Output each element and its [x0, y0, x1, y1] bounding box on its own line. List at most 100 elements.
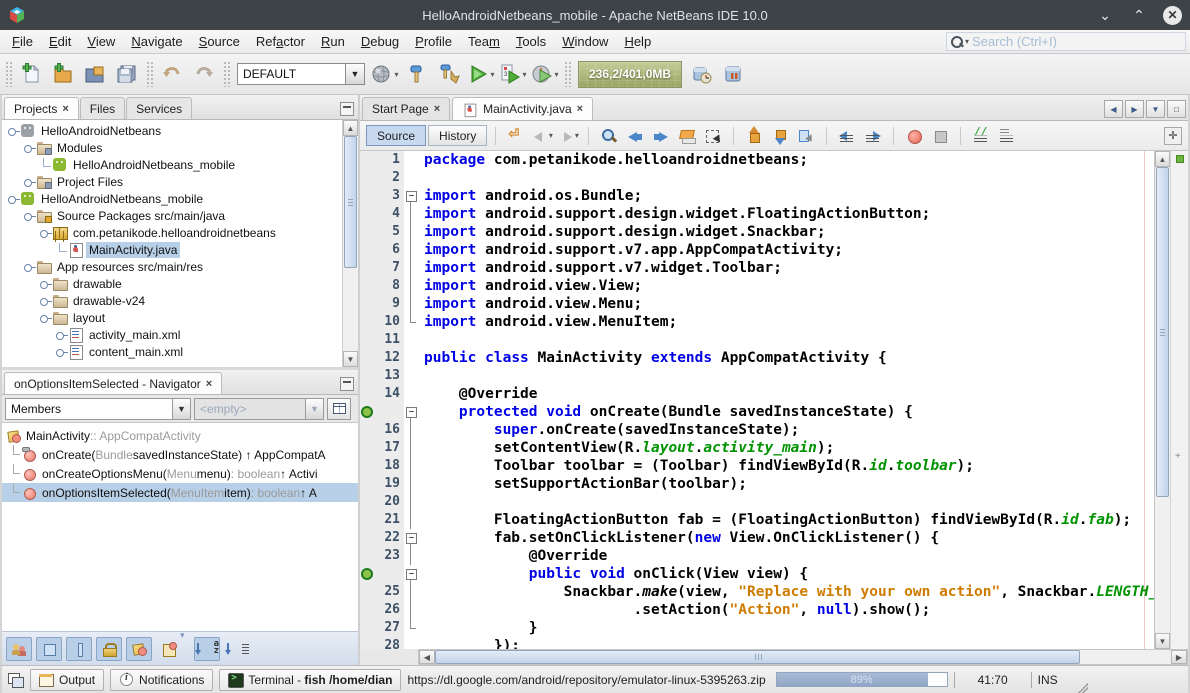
- projects-scrollbar[interactable]: ▲ ▼: [342, 120, 358, 367]
- memory-indicator[interactable]: 236,2/401,0MB: [578, 61, 682, 88]
- menu-refactor[interactable]: Refactor: [248, 31, 313, 52]
- download-progress-bar[interactable]: 89%: [776, 672, 948, 687]
- show-fields-toggle[interactable]: [36, 637, 62, 661]
- code-text[interactable]: });: [418, 637, 1154, 649]
- window-group-icon[interactable]: [8, 673, 24, 687]
- tree-row[interactable]: App resources src/main/res: [2, 258, 342, 275]
- toggle-highlight-button[interactable]: [675, 124, 699, 148]
- menu-navigate[interactable]: Navigate: [123, 31, 190, 52]
- terminal-button[interactable]: Terminal - fish /home/dian: [219, 669, 401, 691]
- tree-toggle-icon[interactable]: [38, 226, 52, 240]
- sort-alphabetically-toggle[interactable]: [194, 637, 220, 661]
- tree-toggle-icon[interactable]: [6, 192, 20, 206]
- menu-run[interactable]: Run: [313, 31, 353, 52]
- menu-window[interactable]: Window: [554, 31, 616, 52]
- show-opened-documents-button[interactable]: ▼: [1146, 100, 1165, 118]
- tree-row[interactable]: Modules: [2, 139, 342, 156]
- next-bookmark-button[interactable]: [768, 124, 792, 148]
- navigator-item[interactable]: onCreate(Bundle savedInstanceState) ↑ Ap…: [2, 445, 358, 464]
- show-table-columns-button[interactable]: [327, 398, 351, 420]
- last-edit-position-button[interactable]: [504, 124, 528, 148]
- tree-row[interactable]: layout: [2, 309, 342, 326]
- maximize-button[interactable]: ⌃: [1129, 5, 1149, 25]
- toggle-bookmark-button[interactable]: [794, 124, 818, 148]
- minimize-panel-button[interactable]: [340, 102, 354, 116]
- scroll-down-icon[interactable]: ▼: [1155, 633, 1170, 649]
- tree-row[interactable]: activity_main.xml: [2, 326, 342, 343]
- code-text[interactable]: import android.os.Bundle;: [418, 187, 1154, 205]
- tree-toggle-icon[interactable]: [54, 328, 68, 342]
- run-configuration-select[interactable]: DEFAULT ▼: [237, 63, 365, 85]
- toolbar-grip[interactable]: [223, 61, 230, 87]
- tree-row[interactable]: drawable: [2, 275, 342, 292]
- new-file-button[interactable]: [15, 58, 47, 90]
- code-text[interactable]: [418, 331, 1154, 349]
- scroll-up-icon[interactable]: ▲: [343, 120, 358, 136]
- navigator-item[interactable]: MainActivity :: AppCompatActivity: [2, 426, 358, 445]
- code-text[interactable]: Toolbar toolbar = (Toolbar) findViewById…: [418, 457, 1154, 475]
- code-text[interactable]: public class MainActivity extends AppCom…: [418, 349, 1154, 367]
- tab-services[interactable]: Services: [126, 97, 192, 119]
- tree-row[interactable]: Source Packages src/main/java: [2, 207, 342, 224]
- uncomment-button[interactable]: [995, 124, 1019, 148]
- forward-button[interactable]: ▾: [556, 124, 580, 148]
- code-text[interactable]: [418, 169, 1154, 187]
- combo-arrow-icon[interactable]: ▼: [172, 399, 190, 419]
- tree-toggle-icon[interactable]: [22, 260, 36, 274]
- stop-macro-recording-button[interactable]: [928, 124, 952, 148]
- tree-toggle-icon[interactable]: [38, 294, 52, 308]
- editor-vertical-scrollbar[interactable]: ▲ ▼: [1154, 151, 1170, 649]
- gc-button[interactable]: [686, 58, 718, 90]
- code-text[interactable]: @Override: [418, 385, 1154, 403]
- menu-source[interactable]: Source: [191, 31, 248, 52]
- source-view-button[interactable]: Source: [366, 125, 426, 146]
- code-text[interactable]: import android.support.design.widget.Flo…: [418, 205, 1154, 223]
- fold-toggle-icon[interactable]: [404, 403, 418, 421]
- search-input[interactable]: [972, 34, 1182, 49]
- tree-toggle-icon[interactable]: [38, 277, 52, 291]
- combo-arrow-icon[interactable]: ▼: [345, 64, 364, 84]
- redo-button[interactable]: [188, 58, 220, 90]
- tab-navigator[interactable]: onOptionsItemSelected - Navigator ×: [4, 372, 222, 394]
- rectangular-selection-button[interactable]: [701, 124, 725, 148]
- code-text[interactable]: public void onClick(View view) {: [418, 565, 1154, 583]
- code-text[interactable]: .setAction("Action", null).show();: [418, 601, 1154, 619]
- code-text[interactable]: import android.support.v7.app.AppCompatA…: [418, 241, 1154, 259]
- scroll-tabs-right-button[interactable]: ▶: [1125, 100, 1144, 118]
- back-button[interactable]: ▾: [530, 124, 554, 148]
- tree-row[interactable]: HelloAndroidNetbeans_mobile: [2, 190, 342, 207]
- close-button[interactable]: ✕: [1163, 6, 1182, 25]
- code-text[interactable]: import android.support.v7.widget.Toolbar…: [418, 259, 1154, 277]
- toolbar-grip[interactable]: [5, 61, 12, 87]
- menu-help[interactable]: Help: [616, 31, 659, 52]
- scrollbar-thumb[interactable]: [435, 650, 1080, 664]
- tree-toggle-icon[interactable]: [6, 124, 20, 138]
- menu-profile[interactable]: Profile: [407, 31, 460, 52]
- undo-button[interactable]: [156, 58, 188, 90]
- pause-io-button[interactable]: [718, 58, 750, 90]
- fold-toggle-icon[interactable]: [404, 565, 418, 583]
- scroll-left-icon[interactable]: ◀: [419, 650, 435, 664]
- next-occurrence-button[interactable]: [649, 124, 673, 148]
- code-text[interactable]: package com.petanikode.helloandroidnetbe…: [418, 151, 1154, 169]
- output-button[interactable]: Output: [30, 669, 104, 691]
- tree-row[interactable]: content_main.xml: [2, 343, 342, 360]
- tree-toggle-icon[interactable]: [22, 209, 36, 223]
- scrollbar-thumb[interactable]: [344, 136, 357, 268]
- tree-toggle-icon[interactable]: [38, 311, 52, 325]
- previous-occurrence-button[interactable]: [623, 124, 647, 148]
- menu-view[interactable]: View: [79, 31, 123, 52]
- open-project-button[interactable]: [79, 58, 111, 90]
- new-project-button[interactable]: [47, 58, 79, 90]
- fold-toggle-icon[interactable]: [404, 187, 418, 205]
- tab-start-page[interactable]: Start Page ×: [362, 97, 450, 120]
- minimize-button[interactable]: ⌄: [1095, 5, 1115, 25]
- implements-glyph-icon[interactable]: [361, 568, 373, 580]
- scroll-up-icon[interactable]: ▲: [1155, 151, 1170, 167]
- navigator-item[interactable]: onOptionsItemSelected(MenuItem item) : b…: [2, 483, 358, 502]
- menu-file[interactable]: File: [4, 31, 41, 52]
- code-text[interactable]: [418, 367, 1154, 385]
- menu-team[interactable]: Team: [460, 31, 508, 52]
- fold-toggle-icon[interactable]: [404, 529, 418, 547]
- code-text[interactable]: import android.view.MenuItem;: [418, 313, 1154, 331]
